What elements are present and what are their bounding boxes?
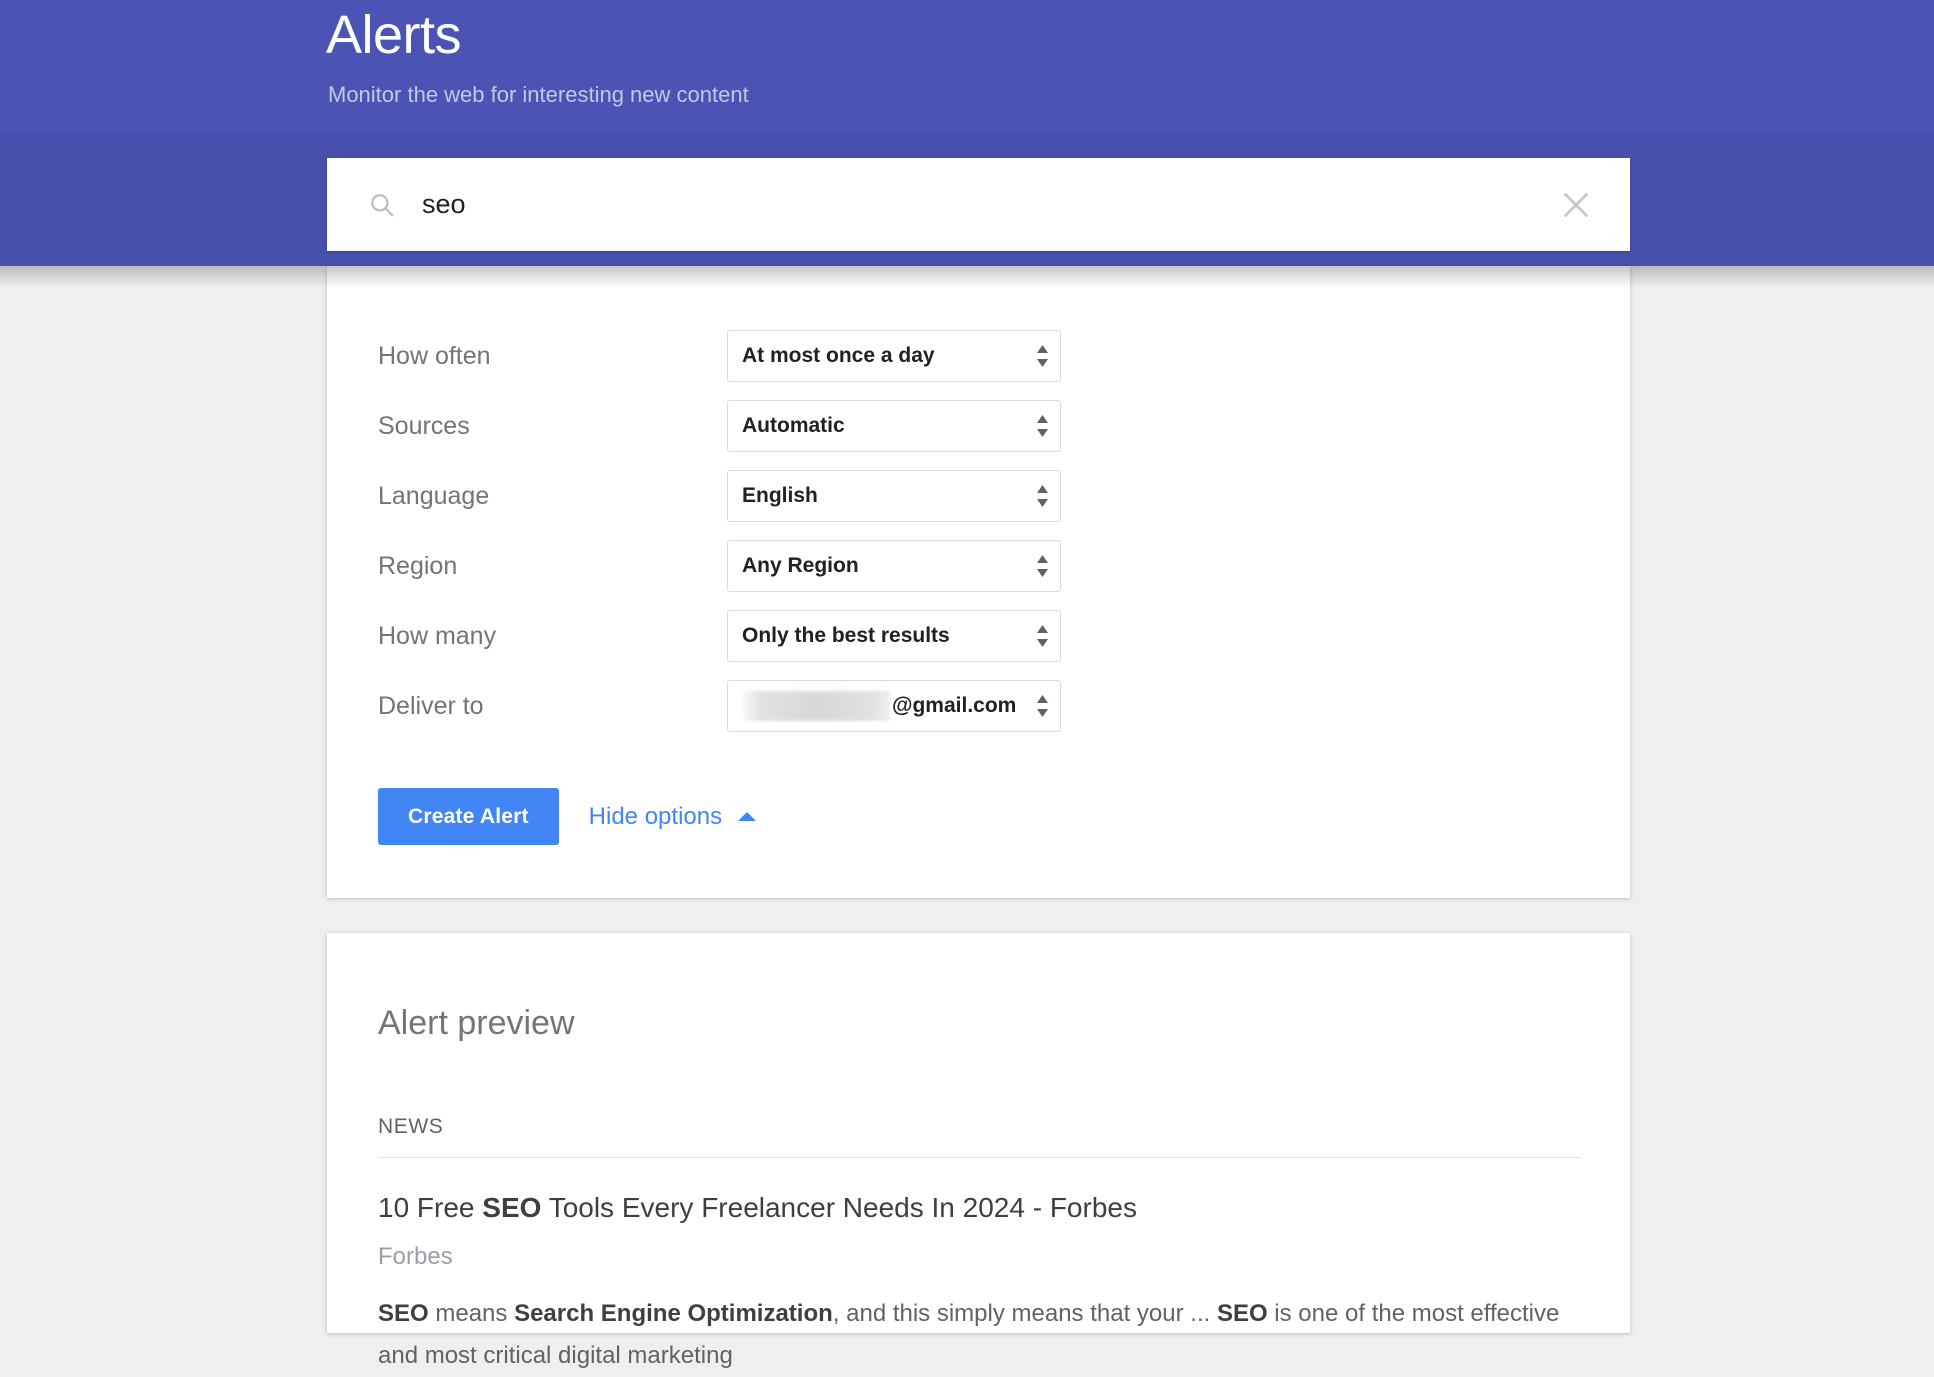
select-arrows-icon	[1037, 485, 1048, 507]
region-value: Any Region	[742, 554, 859, 577]
create-alert-button[interactable]: Create Alert	[378, 788, 559, 845]
page-subtitle: Monitor the web for interesting new cont…	[328, 82, 749, 107]
options-actions: Create Alert Hide options	[378, 788, 757, 845]
hide-options-label: Hide options	[588, 802, 723, 830]
result-title[interactable]: 10 Free SEO Tools Every Freelancer Needs…	[378, 1189, 1137, 1227]
region-select[interactable]: Any Region	[727, 540, 1061, 592]
option-label: How many	[378, 622, 497, 650]
how-many-value: Only the best results	[742, 624, 950, 647]
result-title-highlight: SEO	[482, 1192, 542, 1223]
header-band-top	[0, 0, 1934, 131]
preview-divider	[378, 1157, 1581, 1158]
page-title: Alerts	[326, 5, 462, 65]
alert-search-box[interactable]	[327, 158, 1630, 251]
option-label: Sources	[378, 412, 470, 440]
select-arrows-icon	[1037, 695, 1048, 717]
snippet-text: means	[428, 1300, 515, 1327]
result-title-suffix: Tools Every Freelancer Needs In 2024 - F…	[541, 1192, 1137, 1223]
hide-options-toggle[interactable]: Hide options	[588, 802, 757, 831]
select-arrows-icon	[1037, 345, 1048, 367]
deliver-to-select[interactable]: @gmail.com	[727, 680, 1061, 732]
language-select[interactable]: English	[727, 470, 1061, 522]
how-often-value: At most once a day	[742, 344, 935, 367]
how-many-select[interactable]: Only the best results	[727, 610, 1061, 662]
snippet-text: , and this simply means that your ...	[832, 1300, 1217, 1327]
option-label: Language	[378, 482, 490, 510]
language-value: English	[742, 484, 818, 507]
snippet-highlight: SEO	[1216, 1300, 1268, 1327]
close-icon[interactable]	[1558, 187, 1594, 223]
caret-up-icon	[738, 812, 757, 821]
select-arrows-icon	[1037, 625, 1048, 647]
email-domain: @gmail.com	[892, 694, 1017, 717]
option-label: Region	[378, 552, 458, 580]
option-label: How often	[378, 342, 491, 370]
option-row-deliver-to: Deliver to @gmail.com	[327, 680, 1630, 766]
sources-value: Automatic	[742, 414, 845, 437]
alert-preview-card: Alert preview NEWS 10 Free SEO Tools Eve…	[327, 933, 1630, 1369]
search-input[interactable]	[422, 184, 1558, 225]
result-snippet: SEO means Search Engine Optimization, an…	[378, 1293, 1588, 1377]
result-source: Forbes	[378, 1243, 453, 1270]
select-arrows-icon	[1037, 555, 1048, 577]
redacted-email-local-part	[742, 691, 890, 721]
option-label: Deliver to	[378, 692, 484, 720]
result-title-prefix: 10 Free	[378, 1192, 483, 1223]
select-arrows-icon	[1037, 415, 1048, 437]
preview-heading: Alert preview	[378, 1004, 575, 1042]
snippet-highlight: SEO	[378, 1300, 429, 1327]
snippet-highlight: Search Engine Optimization	[514, 1300, 833, 1327]
how-often-select[interactable]: At most once a day	[727, 330, 1061, 382]
alert-options-card: How often At most once a day Sources Aut…	[327, 266, 1630, 898]
search-icon	[371, 193, 394, 216]
sources-select[interactable]: Automatic	[727, 400, 1061, 452]
preview-section-label: NEWS	[378, 1115, 444, 1138]
